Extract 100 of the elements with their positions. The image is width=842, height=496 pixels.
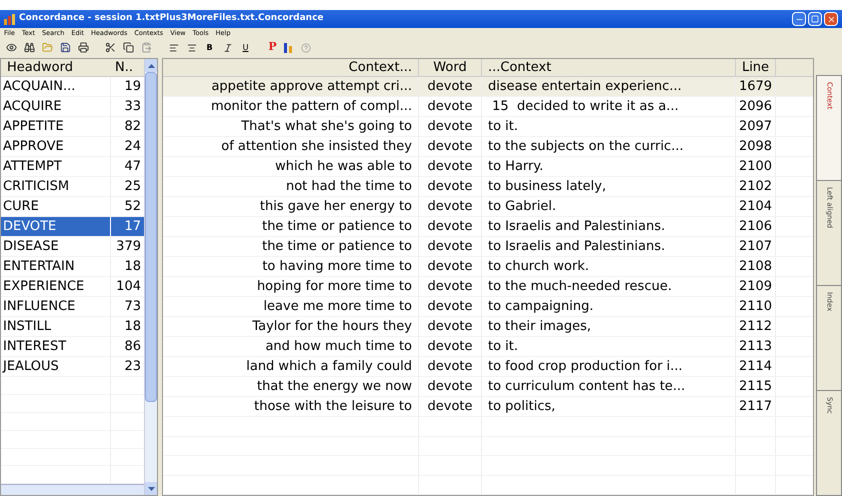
count-cell-text: 17 xyxy=(123,218,142,236)
concordance-row[interactable]: leave me more time to devote to campaigning. 2110 xyxy=(163,297,813,317)
keyword-cell: devote xyxy=(419,297,482,316)
headword-cell: INSTILL xyxy=(1,317,111,336)
concordance-row[interactable]: appetite approve attempt cri... devote disease entertain experienc... 1679 xyxy=(163,77,813,97)
column-header[interactable]: Context... xyxy=(163,59,419,76)
scroll-up-button[interactable] xyxy=(145,59,157,72)
right-context-cell: to Israelis and Palestinians. xyxy=(482,217,736,236)
left-context-cell: leave me more time to xyxy=(163,297,419,316)
headword-row[interactable]: DEVOTE 17 xyxy=(1,217,144,237)
scroll-down-button[interactable] xyxy=(145,482,157,495)
keyword-cell: devote xyxy=(419,337,482,356)
concordance-row[interactable]: monitor the pattern of compl... devote 15 decided to write it as a... 2096 xyxy=(163,97,813,117)
count-cell-text: 18 xyxy=(123,258,142,276)
columns-icon[interactable] xyxy=(283,42,295,54)
left-context-cell: and how much time to xyxy=(163,337,419,356)
left-context-cell: Taylor for the hours they xyxy=(163,317,419,336)
line-cell: 2106 xyxy=(736,217,776,236)
count-cell-text: 23 xyxy=(123,358,142,376)
keyword-cell: devote xyxy=(419,157,482,176)
keyword-cell: devote xyxy=(419,317,482,336)
column-header[interactable]: ...Context xyxy=(482,59,736,76)
count-cell-text: 86 xyxy=(123,338,142,356)
concordance-row[interactable]: not had the time to devote to business lately, 2102 xyxy=(163,177,813,197)
left-context-cell: not had the time to xyxy=(163,177,419,196)
keyword-cell: devote xyxy=(419,237,482,256)
headword-cell: APPETITE xyxy=(1,117,111,136)
headword-cell: CRITICISM xyxy=(1,177,111,196)
left-context-cell: appetite approve attempt cri... xyxy=(163,77,419,96)
printer-icon[interactable] xyxy=(76,40,91,54)
save-icon[interactable] xyxy=(58,40,73,54)
concordance-row[interactable]: the time or patience to devote to Israelis and Palestinians. 2106 xyxy=(163,217,813,237)
left-context-cell: those with the leisure to xyxy=(163,397,419,416)
headword-cell: DEVOTE xyxy=(1,217,111,236)
headword-cell: CURE xyxy=(1,197,111,216)
concordance-row[interactable]: and how much time to devote to it. 2113 xyxy=(163,337,813,357)
left-context-cell: land which a family could xyxy=(163,357,419,376)
concordance-row[interactable]: hoping for more time to devote to the much-needed rescue. 2109 xyxy=(163,277,813,297)
right-context-cell: to campaigning. xyxy=(482,297,736,316)
line-cell: 2110 xyxy=(736,297,776,316)
headword-cell: EXPERIENCE xyxy=(1,277,111,296)
close-icon xyxy=(826,14,836,24)
line-cell: 1679 xyxy=(736,77,776,96)
line-cell: 2113 xyxy=(736,337,776,356)
minimize-button[interactable] xyxy=(792,12,806,26)
right-context-cell: to curriculum content has te... xyxy=(482,377,736,396)
line-cell: 2108 xyxy=(736,257,776,276)
concordance-row[interactable]: the time or patience to devote to Israelis and Palestinians. 2107 xyxy=(163,237,813,257)
keyword-cell: devote xyxy=(419,357,482,376)
left-context-cell: of attention she insisted they xyxy=(163,137,419,156)
concordance-row[interactable]: That's what she's going to devote to it. 2097 xyxy=(163,117,813,137)
left-context-cell: that the energy we now xyxy=(163,377,419,396)
concordance-row[interactable]: of attention she insisted they devote to the subjects on the curric... 2098 xyxy=(163,137,813,157)
letter-button[interactable]: P xyxy=(265,39,280,56)
keyword-cell: devote xyxy=(419,217,482,236)
left-context-cell: monitor the pattern of compl... xyxy=(163,97,419,116)
line-cell: 2102 xyxy=(736,177,776,196)
left-context-cell: to having more time to xyxy=(163,257,419,276)
vertical-scrollbar[interactable] xyxy=(144,59,157,495)
keyword-cell: devote xyxy=(419,177,482,196)
window-title: Concordance - session 1.txtPlus3MoreFiles.txt.Concordance xyxy=(19,12,324,26)
maximize-button[interactable] xyxy=(808,12,822,26)
right-context-cell: 15 decided to write it as a... xyxy=(482,97,736,116)
right-context-cell: to Israelis and Palestinians. xyxy=(482,237,736,256)
up-arrow-icon xyxy=(148,64,154,68)
line-cell: 2107 xyxy=(736,237,776,256)
line-cell: 2098 xyxy=(736,137,776,156)
column-header[interactable]: Line xyxy=(736,59,776,76)
concordance-row[interactable]: those with the leisure to devote to politics, 2117 xyxy=(163,397,813,417)
line-cell: 2109 xyxy=(736,277,776,296)
count-cell-text: 73 xyxy=(123,298,142,316)
keyword-cell: devote xyxy=(419,77,482,96)
bold-button[interactable]: B xyxy=(202,42,217,54)
underline-button[interactable]: U xyxy=(238,42,253,54)
headword-cell: INFLUENCE xyxy=(1,297,111,316)
headword-cell: APPROVE xyxy=(1,137,111,156)
horizontal-scrollbar[interactable] xyxy=(1,484,144,496)
concordance-row[interactable]: to having more time to devote to church work. 2108 xyxy=(163,257,813,277)
close-button[interactable] xyxy=(824,12,838,26)
line-cell: 2104 xyxy=(736,197,776,216)
count-cell-text: 19 xyxy=(123,78,142,96)
column-header[interactable]: N.. xyxy=(111,59,144,76)
binoculars-icon[interactable] xyxy=(22,40,37,54)
concordance-row[interactable]: Taylor for the hours they devote to their images, 2112 xyxy=(163,317,813,337)
scrollbar-thumb[interactable] xyxy=(145,72,157,402)
headword-cell: DISEASE xyxy=(1,237,111,256)
keyword-cell: devote xyxy=(419,397,482,416)
left-context-cell: That's what she's going to xyxy=(163,117,419,136)
keyword-cell: devote xyxy=(419,377,482,396)
right-context-cell: to the subjects on the curric... xyxy=(482,137,736,156)
keyword-cell: devote xyxy=(419,277,482,296)
column-header[interactable]: Word xyxy=(419,59,482,76)
concordance-row[interactable]: land which a family could devote to food crop production for i... 2114 xyxy=(163,357,813,377)
right-context-cell: to the much-needed rescue. xyxy=(482,277,736,296)
concordance-row[interactable]: that the energy we now devote to curriculum content has te... 2115 xyxy=(163,377,813,397)
concordance-row[interactable]: this gave her energy to devote to Gabriel. 2104 xyxy=(163,197,813,217)
right-context-cell: to business lately, xyxy=(482,177,736,196)
concordance-row[interactable]: which he was able to devote to Harry. 2100 xyxy=(163,157,813,177)
column-header[interactable]: Headword xyxy=(1,59,111,76)
copy-icon[interactable] xyxy=(121,40,136,54)
